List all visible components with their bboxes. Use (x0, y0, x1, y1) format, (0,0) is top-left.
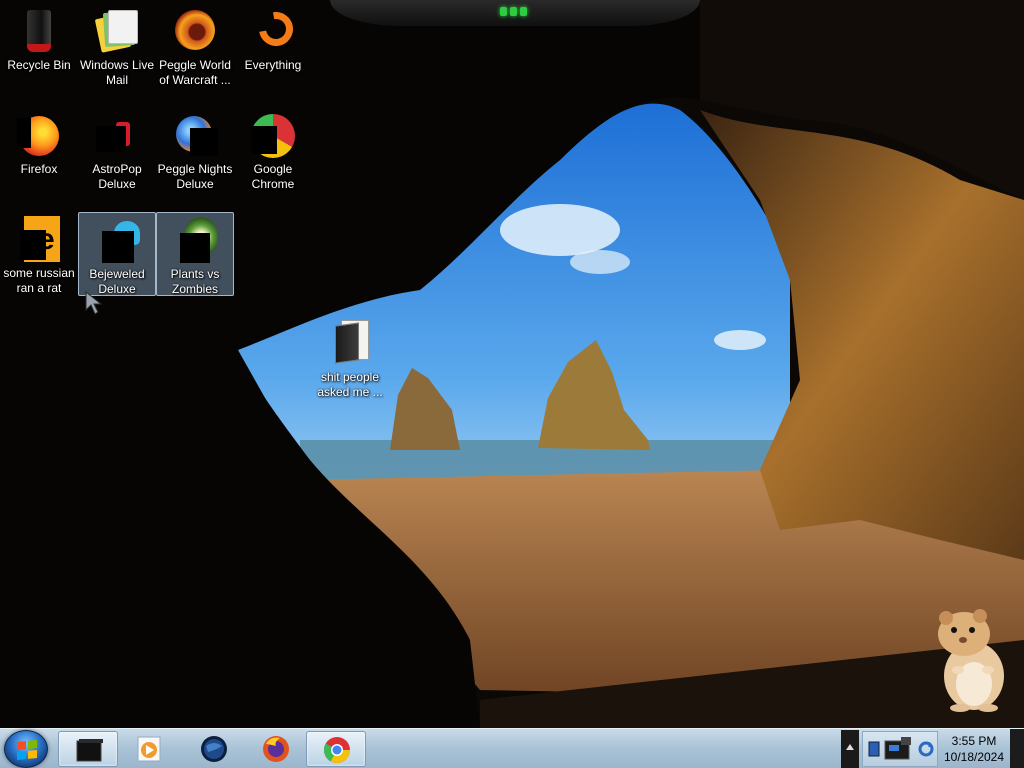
astropop-deluxe-icon (92, 112, 142, 162)
desktop-icon-shit-people-asked-me-folder[interactable]: shit people asked me ... (311, 316, 389, 400)
taskbar-button-google-chrome[interactable] (306, 731, 366, 767)
plants-vs-zombies-icon (170, 217, 220, 267)
notification-tray (862, 731, 938, 767)
desktop-icon-bejeweled-deluxe[interactable]: Bejeweled Deluxe (78, 212, 156, 296)
peggle-world-of-warcraft-icon (170, 8, 220, 58)
taskbar-button-dark-app[interactable] (58, 731, 118, 767)
desktop-icon-label: shit people asked me ... (317, 370, 383, 399)
file-e-icon: e (14, 216, 64, 266)
desktop-icon-label: AstroPop Deluxe (92, 162, 142, 191)
tray-app-icon[interactable] (867, 736, 883, 762)
dark-window-app-icon (76, 739, 103, 762)
hamster-desktop-pet[interactable] (930, 600, 1014, 712)
media-player-icon (137, 736, 161, 762)
windows-logo-icon (17, 739, 37, 761)
desktop-icon-label: Everything (244, 58, 302, 72)
clock-date: 10/18/2024 (943, 750, 1005, 764)
desktop-icon-windows-live-mail[interactable]: Windows Live Mail (78, 4, 156, 88)
recycle-bin-icon (14, 8, 64, 58)
mouse-pointer-icon (85, 290, 103, 315)
desktop-icon-label: Recycle Bin (7, 58, 71, 72)
desktop-icon-label: Google Chrome (251, 162, 295, 191)
taskbar-button-globe-app[interactable] (184, 731, 244, 767)
desktop-icon-recycle-bin[interactable]: Recycle Bin (0, 4, 78, 88)
desktop-icon-label: Peggle Nights Deluxe (157, 162, 233, 191)
firefox-icon (263, 736, 289, 762)
desktop-icon-peggle-nights-deluxe[interactable]: Peggle Nights Deluxe (156, 108, 234, 192)
firefox-icon (14, 112, 64, 162)
desktop-icon-google-chrome[interactable]: Google Chrome (234, 108, 312, 192)
desktop-icon-label: Peggle World of Warcraft ... (159, 58, 231, 87)
windows-live-mail-icon (92, 8, 142, 58)
desktop-icon-label: Windows Live Mail (79, 58, 155, 87)
top-notch-widget (330, 0, 700, 26)
show-desktop-button[interactable] (1010, 729, 1024, 768)
desktop-icon-firefox[interactable]: Firefox (0, 108, 78, 192)
peggle-nights-deluxe-icon (170, 112, 220, 162)
tray-overflow-button[interactable] (841, 730, 859, 768)
taskbar-button-firefox[interactable] (246, 731, 306, 767)
start-button[interactable] (4, 730, 48, 768)
desktop-icon-label: Firefox (20, 162, 58, 176)
refresh-sync-icon[interactable] (917, 740, 935, 758)
globe-icon (201, 736, 227, 762)
google-chrome-icon (248, 112, 298, 162)
desktop-icon-astropop-deluxe[interactable]: AstroPop Deluxe (78, 108, 156, 192)
taskbar-button-media-player[interactable] (120, 731, 180, 767)
clock-time: 3:55 PM (951, 734, 997, 748)
network-monitor-icon[interactable] (883, 735, 915, 763)
folder-icon (325, 320, 375, 370)
desktop-icon-label: Plants vs Zombies (170, 267, 220, 296)
taskbar-clock[interactable]: 3:55 PM 10/18/2024 (940, 731, 1008, 767)
bejeweled-deluxe-icon (92, 217, 142, 267)
desktop-icon-some-russian-ran-a-rat[interactable]: e some russian ran a rat (0, 212, 78, 296)
desktop-icon-label: some russian ran a rat (3, 266, 75, 295)
desktop-icon-plants-vs-zombies[interactable]: Plants vs Zombies (156, 212, 234, 296)
google-chrome-icon (323, 737, 351, 764)
desktop-icon-everything[interactable]: Everything (234, 4, 312, 88)
status-led-indicator (498, 7, 528, 17)
everything-search-icon (248, 5, 300, 58)
desktop-icon-peggle-world-of-warcraft[interactable]: Peggle World of Warcraft ... (156, 4, 234, 88)
chevron-up-icon (846, 744, 854, 750)
